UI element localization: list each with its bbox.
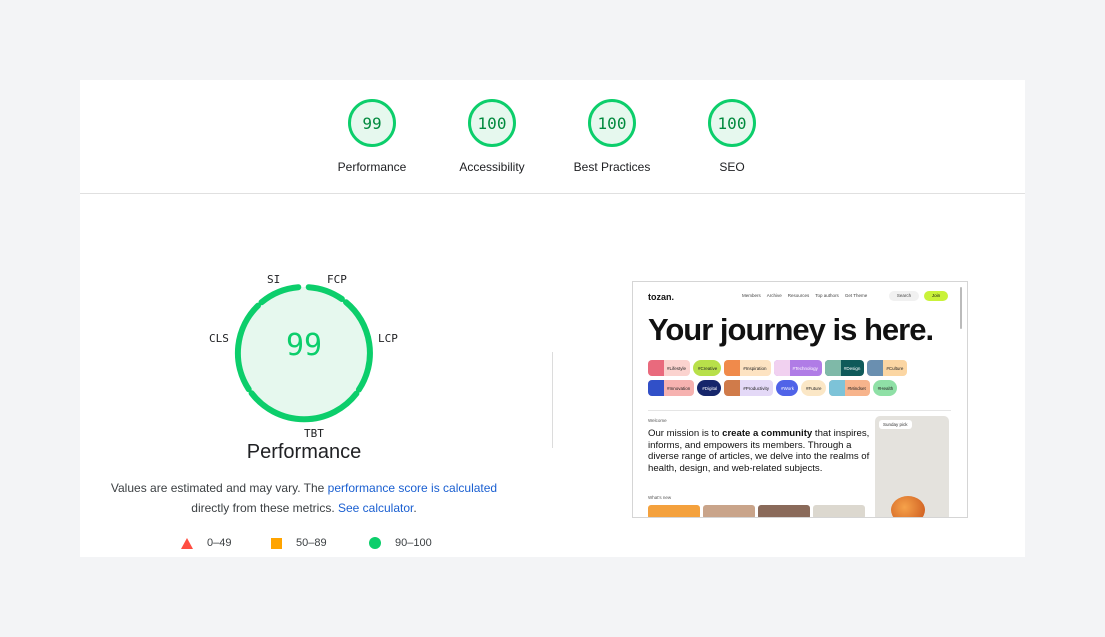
site-nav: Members Archive Resources Top authors Ge… [742,293,867,298]
tag: #Culture [867,360,908,376]
tag: #Lifestyle [648,360,691,376]
circle-icon [369,537,381,549]
legend-fail: 0–49 [181,537,231,549]
metric-label-tbt[interactable]: TBT [304,427,324,440]
scrollbar [960,287,962,329]
metric-label-si[interactable]: SI [267,273,280,286]
site-whats-new: What's new [648,495,672,500]
nav-item: Members [742,293,761,298]
score-note: Values are estimated and may vary. The p… [100,478,508,518]
performance-score: 99 [285,328,323,363]
tag: #Creative [693,360,722,376]
tag: #Future [800,380,826,396]
tag: #Health [872,380,898,396]
site-sunday-pick: Sunday pick [879,420,912,429]
divider [552,352,553,448]
metric-label-fcp[interactable]: FCP [327,273,347,286]
gauge-accessibility[interactable]: 100 Accessibility [432,99,552,174]
gauge-best-practices[interactable]: 100 Best Practices [552,99,672,174]
site-search: Search [889,291,919,301]
gauge-seo[interactable]: 100 SEO [672,99,792,174]
nav-item: Resources [787,293,810,298]
tag: #Productivity [724,380,774,396]
metric-label-lcp[interactable]: LCP [378,332,398,345]
tag: #Work [776,380,798,396]
tag: #Inspiration [724,360,771,376]
fruit-image [891,496,925,517]
gauge-performance[interactable]: 99 Performance [312,99,432,174]
gauge-performance-label: Performance [337,160,407,174]
gauge-performance-score: 99 [348,99,396,147]
gauge-accessibility-label: Accessibility [459,160,525,174]
note-text-2: directly from these metrics. [191,501,338,515]
gauge-best-practices-score: 100 [588,99,636,147]
site-join: Join [924,291,948,301]
tag: #Mindset [828,380,870,396]
site-welcome: Welcome [648,418,667,423]
page-screenshot: tozan. Members Archive Resources Top aut… [632,281,968,518]
see-calculator-link[interactable]: See calculator [338,501,413,515]
legend-pass-range: 90–100 [395,537,432,549]
tag: #Technology [773,360,822,376]
site-mission: Our mission is to create a community tha… [648,428,870,474]
nav-item: Get Theme [844,293,868,298]
performance-gauge: 99 SI FCP LCP TBT CLS [200,270,410,440]
gauge-seo-label: SEO [719,160,745,174]
performance-title: Performance [246,441,362,463]
site-article-thumbs [648,505,865,517]
nav-item: Top authors [815,293,839,298]
report-card: 99 Performance 100 Accessibility 100 Bes… [80,80,1025,557]
site-divider [648,410,951,411]
gauge-seo-score: 100 [708,99,756,147]
site-tags: #Lifestyle #Creative #Inspiration #Techn… [648,360,948,400]
site-logo: tozan. [648,292,674,302]
tag: #Innovation [648,380,695,396]
gauge-best-practices-label: Best Practices [573,160,651,174]
nav-item: Archive [766,293,782,298]
legend-fail-range: 0–49 [207,537,232,549]
legend-pass: 90–100 [369,537,432,549]
gauge-accessibility-score: 100 [468,99,516,147]
square-icon [271,537,282,549]
legend-average-range: 50–89 [296,537,327,549]
triangle-icon [181,537,193,549]
score-calculated-link[interactable]: performance score is calculated [328,481,497,495]
metric-label-cls[interactable]: CLS [209,332,229,345]
tag: #Design [824,360,865,376]
tag: #Digital [697,380,722,396]
site-hero: Your journey is here. [648,312,934,347]
note-text-3: . [413,501,417,515]
note-text-1: Values are estimated and may vary. The [110,481,328,495]
category-gauges: 99 Performance 100 Accessibility 100 Bes… [80,80,1025,194]
legend-average: 50–89 [271,537,327,549]
